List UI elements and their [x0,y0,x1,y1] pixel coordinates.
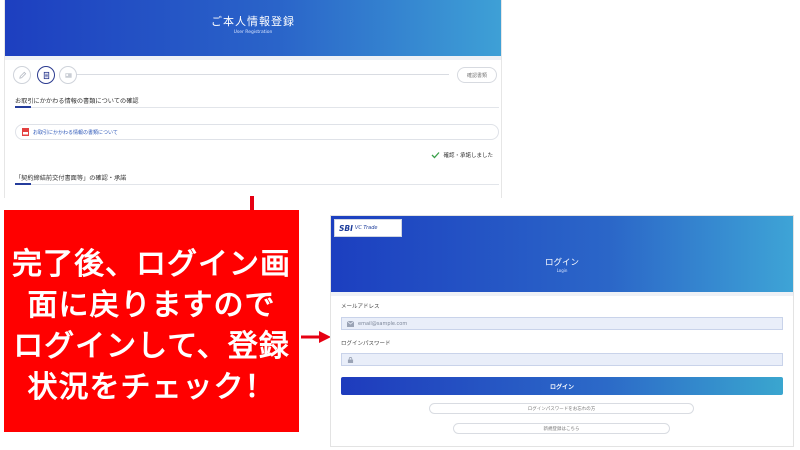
login-panel: SBI VC Trade ログイン Login メールアドレス email@sa… [330,215,794,447]
callout-box: 完了後、ログイン画 面に戻りますので ログインして、登録 状況をチェック！ [4,210,299,432]
section2-divider [15,184,499,185]
login-band [331,292,793,296]
agreement-status[interactable]: 確認・承諾しました [431,151,493,159]
section1-divider [15,107,499,108]
arrow-right-icon [301,331,331,343]
lock-icon [347,356,354,363]
header-band [5,56,501,60]
callout-line: 状況をチェック！ [27,370,276,405]
login-title: ログイン [544,258,579,268]
email-label: メールアドレス [341,304,380,310]
email-field[interactable]: email@sample.com [341,317,783,330]
section1-title: お取引にかかわる情報の書類についての確認 [15,98,139,105]
login-subtitle: Login [556,268,568,273]
step-document[interactable] [37,66,55,84]
sbi-logo: SBI VC Trade [334,219,402,237]
forgot-password-button[interactable]: ログインパスワードをお忘れの方 [429,403,694,414]
connector-line [250,196,254,210]
callout-line: 面に戻りますので [27,288,276,323]
steps-line [75,74,449,75]
logo-main: SBI [339,223,353,233]
password-field[interactable] [341,353,783,366]
section2-accent [15,183,31,185]
mail-icon [347,320,354,327]
email-placeholder: email@sample.com [358,320,408,327]
logo-sub: VC Trade [354,225,378,231]
agreement-label: 確認・承諾しました [443,153,493,159]
login-button[interactable]: ログイン [341,377,783,395]
document-icon [43,71,49,79]
section1-accent [15,106,31,108]
new-registration-button[interactable]: 新規登録はこちら [453,423,670,434]
registration-title: ご本人情報登録 [211,15,295,28]
callout-text: 完了後、ログイン画 面に戻りますので ログインして、登録 状況をチェック！ [4,244,299,408]
screenshot-stage: ご本人情報登録 User Registration 確認書類 お取引にかかわる情… [0,0,800,450]
pdf-icon [22,128,29,136]
registration-subtitle: User Registration [233,30,273,35]
registration-panel: ご本人情報登録 User Registration 確認書類 お取引にかかわる情… [4,0,502,198]
step-id-card[interactable] [59,66,77,84]
id-card-icon [64,72,72,78]
registration-header: ご本人情報登録 User Registration [5,0,501,56]
document-link-label: お取引にかかわる情報の書類について [33,129,118,136]
pencil-icon [18,71,26,79]
step-edit[interactable] [13,66,31,84]
login-header: SBI VC Trade ログイン Login [331,216,793,292]
progress-steps: 確認書類 [13,66,497,84]
callout-line: 完了後、ログイン画 [12,247,291,282]
check-icon [432,152,440,159]
document-link[interactable]: お取引にかかわる情報の書類について [15,124,499,140]
callout-line: ログインして、登録 [13,329,290,364]
confirm-documents-badge[interactable]: 確認書類 [457,67,497,83]
password-label: ログインパスワード [341,341,391,347]
section2-title: 「契約締結前交付書面等」の確認・承諾 [15,175,127,182]
